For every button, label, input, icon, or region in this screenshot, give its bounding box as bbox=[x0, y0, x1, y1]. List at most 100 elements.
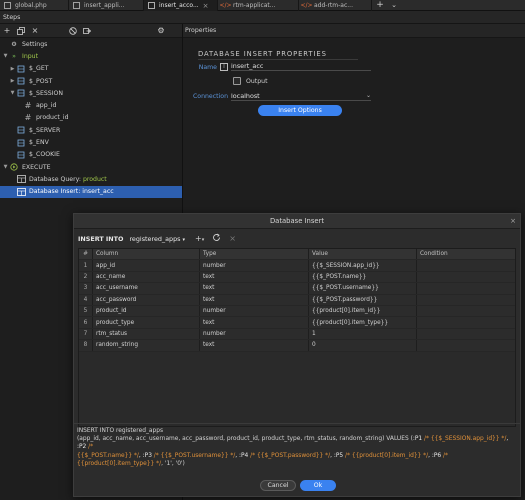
row-type: text bbox=[199, 317, 308, 328]
row-condition[interactable] bbox=[416, 283, 515, 294]
db-icon bbox=[16, 138, 26, 147]
chevron-down-icon[interactable]: ▼ bbox=[2, 53, 9, 59]
add-column-button[interactable]: +▾ bbox=[195, 234, 204, 243]
add-step-button[interactable]: + bbox=[0, 24, 14, 38]
sql-param: , :P4 bbox=[235, 452, 249, 459]
row-value[interactable]: {{product[0].item_type}} bbox=[308, 317, 416, 328]
tree-item-settings[interactable]: ⚙ Settings bbox=[0, 38, 182, 50]
disable-step-button[interactable] bbox=[66, 24, 80, 38]
export-step-button[interactable] bbox=[80, 24, 94, 38]
tree-item-cookie[interactable]: $_COOKIE bbox=[0, 149, 182, 161]
tree-item-input[interactable]: ▼ » Input bbox=[0, 50, 182, 62]
insert-options-label: Insert Options bbox=[278, 107, 322, 114]
table-row[interactable]: 2 acc_name text {{$_POST.name}} bbox=[79, 271, 515, 284]
table-icon bbox=[16, 187, 26, 196]
name-field[interactable] bbox=[231, 61, 371, 71]
row-value[interactable]: {{product[0].item_id}} bbox=[308, 305, 416, 317]
tree-item-label: EXECUTE bbox=[22, 163, 51, 171]
table-row[interactable]: 6 product_type text {{product[0].item_ty… bbox=[79, 317, 515, 329]
code-icon: </> bbox=[300, 2, 313, 9]
steps-tree: ⚙ Settings ▼ » Input ▶ $_GET ▶ $_POST ▼ … bbox=[0, 38, 182, 198]
row-condition[interactable] bbox=[416, 340, 515, 351]
delete-step-button[interactable]: × bbox=[28, 24, 42, 38]
row-index: 7 bbox=[83, 330, 88, 337]
row-value[interactable]: 1 bbox=[308, 328, 416, 340]
table-row[interactable]: 4 acc_password text {{$_POST.password}} bbox=[79, 294, 515, 306]
output-checkbox[interactable] bbox=[233, 77, 241, 85]
cancel-button[interactable]: Cancel bbox=[260, 480, 296, 491]
tab-rtm-applicat[interactable]: </> rtm-applicat... bbox=[218, 0, 299, 11]
table-row[interactable]: 5 product_id number {{product[0].item_id… bbox=[79, 305, 515, 318]
tree-item-product-id[interactable]: # product_id bbox=[0, 112, 182, 124]
table-icon bbox=[16, 175, 26, 184]
tab-global-php[interactable]: global.php bbox=[0, 0, 69, 11]
code-icon: </> bbox=[219, 2, 232, 9]
tab-add-rtm-ac[interactable]: </> add-rtm-ac... bbox=[299, 0, 372, 11]
step-settings-button[interactable]: ⚙ bbox=[154, 24, 168, 38]
close-icon[interactable]: × bbox=[510, 217, 516, 225]
row-condition[interactable] bbox=[416, 260, 515, 271]
tab-insert-appli[interactable]: insert_appli... bbox=[69, 0, 144, 11]
row-value[interactable]: {{$_POST.username}} bbox=[308, 283, 416, 294]
col-header-column: Column bbox=[92, 249, 199, 260]
row-condition[interactable] bbox=[416, 271, 515, 283]
tree-item-label: $_SERVER bbox=[29, 126, 61, 134]
row-value[interactable]: {{$_SESSION.app_id}} bbox=[308, 260, 416, 271]
remove-column-button[interactable]: × bbox=[229, 234, 236, 243]
properties-header: Properties bbox=[182, 24, 525, 38]
db-icon bbox=[16, 89, 26, 98]
tree-item-database-insert[interactable]: Database Insert: insert_acc bbox=[0, 185, 182, 198]
db-icon bbox=[16, 150, 26, 159]
tabs-dropdown-button[interactable]: ⌄ bbox=[388, 0, 400, 10]
sql-comment: /* {{$_POST.password}} */ bbox=[248, 452, 331, 459]
insert-options-button[interactable]: Insert Options bbox=[258, 105, 342, 116]
row-condition[interactable] bbox=[416, 317, 515, 328]
tree-item-database-query[interactable]: Database Query: product bbox=[0, 173, 182, 185]
table-row[interactable]: 1 app_id number {{$_SESSION.app_id}} bbox=[79, 260, 515, 272]
col-header-type: Type bbox=[199, 249, 308, 260]
tree-item-label: Input bbox=[22, 52, 39, 60]
row-value[interactable]: {{$_POST.name}} bbox=[308, 271, 416, 283]
tab-insert-acco[interactable]: insert_acco... × bbox=[144, 0, 218, 11]
plus-icon: + bbox=[3, 26, 11, 35]
row-condition[interactable] bbox=[416, 328, 515, 340]
close-icon[interactable]: × bbox=[203, 2, 209, 10]
disable-icon bbox=[69, 26, 77, 35]
table-row[interactable]: 7 rtm_status number 1 bbox=[79, 328, 515, 341]
dialog-toolbar: INSERT INTO registered_apps ▾ +▾ × bbox=[74, 229, 520, 248]
chevron-right-icon[interactable]: ▶ bbox=[9, 66, 16, 72]
sql-param: , :P3 bbox=[138, 452, 152, 459]
chevron-right-icon[interactable]: ▶ bbox=[9, 78, 16, 84]
ok-button[interactable]: Ok bbox=[300, 480, 336, 491]
sql-param: , :P6 bbox=[428, 452, 442, 459]
row-condition[interactable] bbox=[416, 294, 515, 305]
table-row[interactable]: 3 acc_username text {{$_POST.username}} bbox=[79, 283, 515, 295]
new-tab-button[interactable]: + bbox=[372, 0, 388, 10]
tree-item-label: product_id bbox=[36, 114, 69, 122]
row-value[interactable]: {{$_POST.password}} bbox=[308, 294, 416, 305]
tree-item-post[interactable]: ▶ $_POST bbox=[0, 75, 182, 87]
tree-item-execute[interactable]: ▼ EXECUTE bbox=[0, 161, 182, 173]
tree-item-label: $_COOKIE bbox=[29, 151, 60, 159]
connection-select[interactable]: localhost ⌄ bbox=[231, 91, 371, 101]
tree-item-session[interactable]: ▼ $_SESSION bbox=[0, 87, 182, 99]
tree-item-env[interactable]: $_ENV bbox=[0, 136, 182, 148]
tree-item-server[interactable]: $_SERVER bbox=[0, 124, 182, 136]
row-column: random_string bbox=[92, 340, 199, 351]
steps-title: Steps bbox=[3, 13, 21, 21]
refresh-button[interactable] bbox=[212, 233, 221, 244]
row-value[interactable]: 0 bbox=[308, 340, 416, 351]
table-select[interactable]: registered_apps ▾ bbox=[129, 235, 185, 243]
php-file-icon bbox=[73, 2, 80, 9]
row-column: acc_username bbox=[92, 283, 199, 294]
tree-item-get[interactable]: ▶ $_GET bbox=[0, 63, 182, 75]
copy-step-button[interactable] bbox=[14, 24, 28, 38]
tree-item-app-id[interactable]: # app_id bbox=[0, 99, 182, 111]
chevron-down-icon[interactable]: ▼ bbox=[9, 90, 16, 96]
chevron-down-icon: ⌄ bbox=[365, 92, 371, 99]
row-condition[interactable] bbox=[416, 305, 515, 317]
table-row[interactable]: 8 random_string text 0 bbox=[79, 340, 515, 352]
sql-comment: /* {{$_SESSION.app_id}} */ bbox=[422, 436, 507, 443]
chevron-down-icon[interactable]: ▼ bbox=[2, 164, 9, 170]
tab-label: insert_appli... bbox=[84, 2, 125, 9]
